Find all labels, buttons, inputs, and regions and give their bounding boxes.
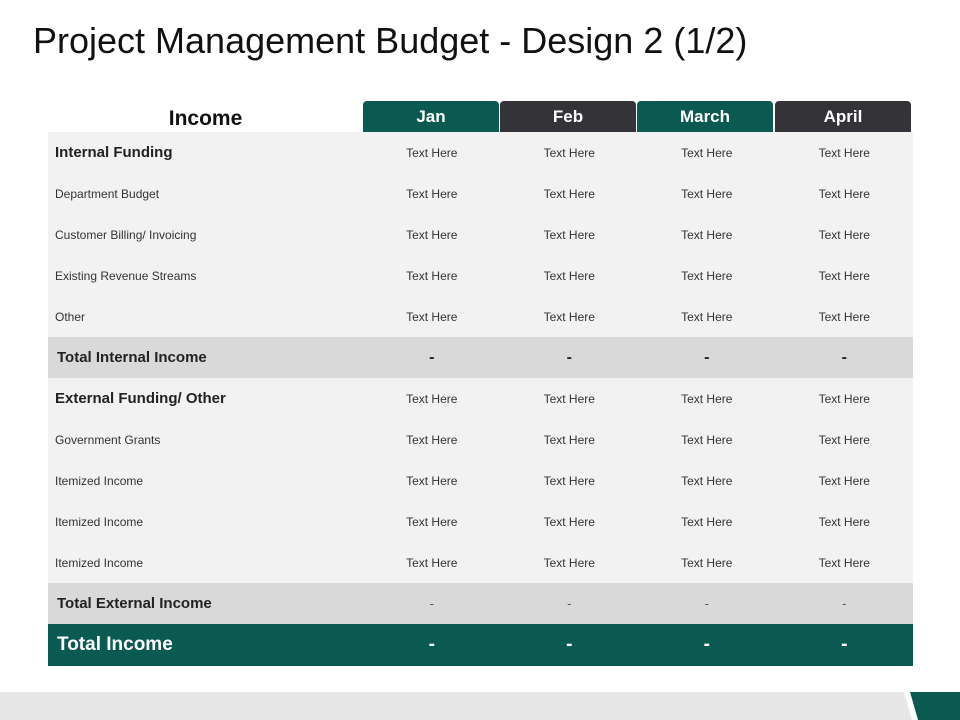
cell-jan: Text Here: [406, 514, 458, 529]
cell-jan: Text Here: [406, 555, 458, 570]
footer-accent-shape: [904, 692, 960, 720]
cell-april: -: [842, 596, 847, 611]
cell-feb: Text Here: [543, 432, 595, 447]
cell-april: Text Here: [818, 145, 870, 160]
row-label: Internal Funding: [55, 144, 173, 161]
table-body: Internal Funding Text Here Text Here Tex…: [48, 132, 913, 666]
row-label: Government Grants: [55, 432, 161, 447]
cell-feb: Text Here: [543, 473, 595, 488]
cell-march: Text Here: [681, 145, 733, 160]
cell-april: Text Here: [818, 268, 870, 283]
cell-march: Text Here: [681, 391, 733, 406]
row-label: Itemized Income: [55, 473, 144, 488]
table-row: Other Text Here Text Here Text Here Text…: [48, 296, 913, 337]
cell-feb: Text Here: [543, 309, 595, 324]
cell-jan: -: [428, 634, 435, 655]
row-label: Total External Income: [57, 595, 212, 612]
footer-band: [0, 692, 960, 720]
table-row: Customer Billing/ Invoicing Text Here Te…: [48, 214, 913, 255]
row-label: Itemized Income: [55, 514, 144, 529]
row-label: Total Internal Income: [57, 349, 207, 366]
cell-april: Text Here: [818, 555, 870, 570]
cell-april: Text Here: [818, 473, 870, 488]
cell-jan: Text Here: [406, 432, 458, 447]
cell-april: Text Here: [818, 186, 870, 201]
cell-jan: -: [429, 596, 434, 611]
table-row: Internal Funding Text Here Text Here Tex…: [48, 132, 913, 173]
cell-feb: Text Here: [543, 555, 595, 570]
cell-jan: -: [429, 348, 435, 366]
table-row: Itemized Income Text Here Text Here Text…: [48, 542, 913, 583]
cell-march: Text Here: [681, 309, 733, 324]
table-row: Itemized Income Text Here Text Here Text…: [48, 501, 913, 542]
cell-jan: Text Here: [406, 473, 458, 488]
row-label: Total Income: [57, 634, 173, 655]
month-header-jan: Jan: [363, 101, 499, 132]
cell-jan: Text Here: [406, 227, 458, 242]
row-label: Department Budget: [55, 186, 160, 201]
cell-jan: Text Here: [406, 391, 458, 406]
cell-jan: Text Here: [406, 186, 458, 201]
income-header-label: Income: [168, 107, 243, 130]
cell-jan: Text Here: [406, 309, 458, 324]
cell-march: Text Here: [681, 186, 733, 201]
income-table: Income Jan Feb March April Internal Fund…: [48, 101, 913, 666]
table-row: Itemized Income Text Here Text Here Text…: [48, 460, 913, 501]
cell-feb: Text Here: [543, 145, 595, 160]
row-label: Other: [55, 309, 86, 324]
subtotal-row-external: Total External Income - - - -: [48, 583, 913, 624]
cell-march: Text Here: [681, 227, 733, 242]
cell-feb: Text Here: [543, 268, 595, 283]
cell-feb: -: [566, 634, 573, 655]
subtotal-row-internal: Total Internal Income - - - -: [48, 337, 913, 378]
month-header-march: March: [637, 101, 773, 132]
row-label: Existing Revenue Streams: [55, 268, 197, 283]
cell-april: Text Here: [818, 432, 870, 447]
cell-april: Text Here: [818, 227, 870, 242]
month-header-april: April: [775, 101, 911, 132]
cell-march: -: [703, 634, 710, 655]
month-header-feb: Feb: [500, 101, 636, 132]
table-row: External Funding/ Other Text Here Text H…: [48, 378, 913, 419]
cell-jan: Text Here: [406, 145, 458, 160]
cell-march: Text Here: [681, 514, 733, 529]
grand-total-row: Total Income - - - -: [48, 624, 913, 666]
page-title: Project Management Budget - Design 2 (1/…: [33, 20, 748, 61]
cell-march: Text Here: [681, 555, 733, 570]
cell-april: -: [841, 348, 847, 366]
row-label: External Funding/ Other: [55, 390, 226, 407]
cell-april: Text Here: [818, 309, 870, 324]
cell-feb: Text Here: [543, 227, 595, 242]
cell-jan: Text Here: [406, 268, 458, 283]
table-header: Income Jan Feb March April: [48, 101, 913, 132]
cell-march: Text Here: [681, 432, 733, 447]
cell-april: -: [841, 634, 848, 655]
cell-feb: -: [566, 348, 572, 366]
cell-feb: -: [567, 596, 572, 611]
row-label: Itemized Income: [55, 555, 144, 570]
table-row: Department Budget Text Here Text Here Te…: [48, 173, 913, 214]
cell-march: Text Here: [681, 473, 733, 488]
table-row: Government Grants Text Here Text Here Te…: [48, 419, 913, 460]
cell-feb: Text Here: [543, 514, 595, 529]
cell-feb: Text Here: [543, 186, 595, 201]
cell-march: -: [704, 596, 709, 611]
cell-april: Text Here: [818, 514, 870, 529]
cell-march: -: [704, 348, 710, 366]
row-label: Customer Billing/ Invoicing: [55, 227, 197, 242]
cell-feb: Text Here: [543, 391, 595, 406]
cell-april: Text Here: [818, 391, 870, 406]
table-row: Existing Revenue Streams Text Here Text …: [48, 255, 913, 296]
cell-march: Text Here: [681, 268, 733, 283]
